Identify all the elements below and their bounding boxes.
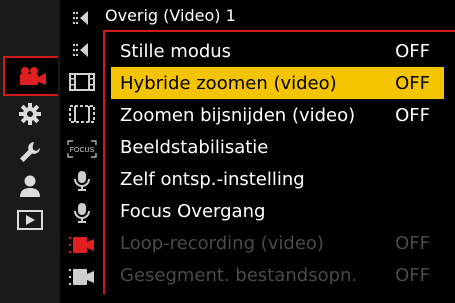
sub-tab-image-format[interactable]	[60, 66, 104, 98]
menu-item-label: Focus Overgang	[120, 200, 266, 222]
category-playback[interactable]	[0, 204, 60, 236]
playback-icon	[17, 210, 43, 230]
menu-frame-top	[103, 30, 455, 32]
page-title: Overig (Video) 1	[105, 6, 236, 25]
main-category-bar	[0, 0, 60, 303]
menu-item-label: Beeldstabilisatie	[120, 136, 269, 158]
sub-tab-image-quality[interactable]	[60, 98, 104, 130]
menu-item-value: OFF	[395, 264, 430, 286]
tab-arrow-icon	[73, 9, 91, 27]
microphone-icon	[74, 202, 90, 224]
sub-tab-previous[interactable]	[60, 2, 104, 34]
menu-frame-left	[103, 30, 105, 294]
sub-tab-focus[interactable]: FOCUS	[60, 133, 104, 165]
red-camera-icon	[69, 235, 95, 255]
menu-item-stille-modus[interactable]: Stille modus OFF	[111, 35, 444, 67]
tab-arrow-icon	[73, 41, 91, 59]
movie-camera-icon	[17, 66, 47, 86]
category-setup[interactable]	[0, 136, 60, 168]
focus-icon: FOCUS	[67, 140, 97, 158]
category-my-menu[interactable]	[0, 170, 60, 202]
menu-item-loop-recording: Loop-recording (video) OFF	[111, 227, 444, 259]
menu-item-label: Stille modus	[120, 40, 232, 62]
menu-item-zoomen-bijsnijden[interactable]: Zoomen bijsnijden (video) OFF	[111, 99, 444, 131]
menu-item-value: OFF	[395, 72, 430, 94]
menu-item-gesegmenteerd: Gesegment. bestandsopn. OFF	[111, 259, 444, 291]
menu-item-label: Zelf ontsp.-instelling	[120, 168, 305, 190]
menu-item-zelfontspanner[interactable]: Zelf ontsp.-instelling	[111, 163, 444, 195]
menu-item-label: Loop-recording (video)	[120, 232, 324, 254]
sub-tab-audio-1[interactable]	[60, 165, 104, 197]
camera-icon	[69, 267, 95, 287]
menu-item-beeldstabilisatie[interactable]: Beeldstabilisatie	[111, 131, 444, 163]
menu-list: Stille modus OFF Hybride zoomen (video) …	[111, 35, 444, 291]
gear-icon	[18, 102, 42, 126]
camera-menu-screen: FOCUS Overig (Video) 1 Stille modus OFF …	[0, 0, 455, 303]
menu-item-value: OFF	[395, 104, 430, 126]
microphone-icon	[74, 170, 90, 192]
menu-item-label: Hybride zoomen (video)	[120, 72, 337, 94]
sub-tab-other-video-1[interactable]	[60, 229, 104, 261]
sub-tab-audio-2[interactable]	[60, 197, 104, 229]
menu-item-label: Zoomen bijsnijden (video)	[120, 104, 356, 126]
sub-category-bar: FOCUS	[60, 0, 104, 303]
menu-item-focus-overgang[interactable]: Focus Overgang	[111, 195, 444, 227]
menu-item-hybride-zoomen[interactable]: Hybride zoomen (video) OFF	[111, 67, 444, 99]
sub-tab-other-video-2[interactable]	[60, 261, 104, 293]
film-frame-dashed-icon	[69, 105, 95, 123]
category-video[interactable]	[3, 56, 58, 96]
wrench-icon	[18, 140, 42, 164]
menu-item-label: Gesegment. bestandsopn.	[120, 264, 358, 286]
film-frame-icon	[69, 73, 95, 91]
menu-item-value: OFF	[395, 40, 430, 62]
focus-icon-label: FOCUS	[70, 147, 95, 154]
menu-item-value: OFF	[395, 232, 430, 254]
category-custom[interactable]	[0, 98, 60, 130]
person-icon	[19, 174, 41, 198]
sub-tab-next[interactable]	[60, 34, 104, 66]
